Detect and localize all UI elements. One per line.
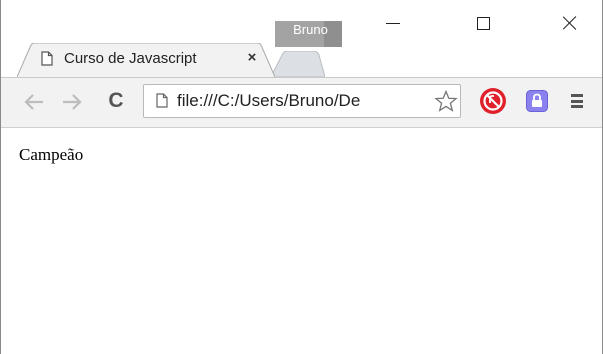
close-window-button[interactable] [547, 8, 593, 38]
page-content [1, 128, 602, 354]
close-tab-icon[interactable]: × [245, 50, 259, 65]
arrow-right-icon[interactable] [61, 92, 83, 112]
url-text[interactable]: file:///C:/Users/Bruno/De [177, 88, 434, 114]
star-icon[interactable] [434, 90, 458, 112]
close-icon [562, 15, 578, 31]
maximize-button[interactable] [460, 8, 506, 38]
minimize-button[interactable] [370, 8, 416, 38]
arrow-left-icon[interactable] [23, 92, 45, 112]
page-icon [156, 93, 168, 108]
maximize-icon [476, 16, 490, 30]
new-tab-button[interactable] [269, 51, 325, 77]
hamburger-menu-icon[interactable] [569, 93, 585, 109]
purple-lock-extension-icon[interactable] [526, 90, 548, 112]
minimize-icon [386, 22, 400, 24]
profile-name[interactable]: Bruno [277, 21, 344, 47]
reload-icon[interactable]: C [104, 89, 128, 113]
tab-title[interactable]: Curso de Javascript [64, 47, 242, 71]
page-text: Campeão [19, 145, 84, 164]
browser-window: Bruno Curso de Javascript × C file:///C:… [0, 0, 603, 354]
red-extension-icon[interactable] [477, 86, 509, 116]
page-icon [41, 51, 53, 66]
